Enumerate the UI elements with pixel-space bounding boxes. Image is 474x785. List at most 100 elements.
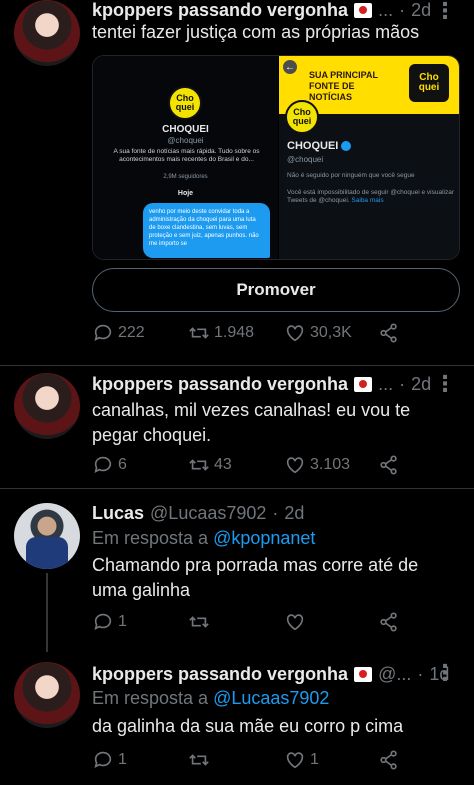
share-button[interactable] xyxy=(378,322,404,344)
reply-icon xyxy=(94,751,112,768)
author-handle[interactable]: ... xyxy=(378,374,393,395)
reply-prefix: Em resposta a xyxy=(92,528,209,548)
retweet-button[interactable] xyxy=(188,749,214,771)
tweet-header: kpoppers passando vergonha ... · 2d xyxy=(92,372,460,396)
timestamp[interactable]: 2d xyxy=(411,374,431,395)
retweet-button[interactable] xyxy=(188,611,214,633)
tweet-text: da galinha da sua mãe eu corro p cima xyxy=(92,716,404,736)
like-icon xyxy=(286,752,304,769)
reply-button[interactable]: 6 xyxy=(92,454,127,476)
tweet-2[interactable]: kpoppers passando vergonha ... · 2d ⋮ ca… xyxy=(0,365,474,488)
author-name[interactable]: kpoppers passando vergonha xyxy=(92,0,348,21)
author-name[interactable]: Lucas xyxy=(92,503,144,524)
like-button[interactable]: 1 xyxy=(284,749,319,771)
retweet-icon xyxy=(189,754,209,766)
reply-context: Em resposta a @kpopnanet xyxy=(92,528,315,549)
tweet-actions: 222 1.948 30,3K xyxy=(92,322,454,348)
more-icon[interactable]: ⋮ xyxy=(434,0,456,22)
author-name[interactable]: kpoppers passando vergonha xyxy=(92,374,348,395)
avatar[interactable] xyxy=(14,0,80,66)
reply-button[interactable]: 222 xyxy=(92,322,145,344)
tweet-text: Chamando pra porrada mas corre até de um… xyxy=(92,555,419,600)
timestamp[interactable]: 2d xyxy=(411,0,431,21)
retweet-icon xyxy=(189,616,209,628)
reply-prefix: Em resposta a xyxy=(92,688,209,708)
share-icon xyxy=(380,612,397,632)
reply-handle-link[interactable]: @Lucaas7902 xyxy=(213,688,329,708)
thread-line xyxy=(46,573,48,652)
blocked-notice: Você está impossibilitado de seguir @cho… xyxy=(287,189,457,205)
verified-icon xyxy=(341,141,352,152)
separator-dot: · xyxy=(417,663,424,684)
avatar[interactable] xyxy=(14,373,80,439)
share-icon xyxy=(380,323,397,343)
reply-handle-link[interactable]: @kpopnanet xyxy=(213,528,315,548)
retweet-count: 1.948 xyxy=(214,324,255,341)
reply-count: 1 xyxy=(118,613,127,630)
retweet-icon xyxy=(189,459,209,471)
flag-icon xyxy=(354,2,373,18)
learn-more-link[interactable]: Saiba mais xyxy=(351,197,383,204)
reply-button[interactable]: 1 xyxy=(92,611,127,633)
share-button[interactable] xyxy=(378,749,404,771)
tweet-header: kpoppers passando vergonha ... · 2d xyxy=(92,0,460,22)
choquei-logo: Cho quei xyxy=(168,86,202,120)
tweet-media[interactable]: Cho quei CHOQUEI @choquei A sua fonte de… xyxy=(92,55,460,260)
reply-icon xyxy=(94,456,112,473)
author-handle[interactable]: @Lucaas7902 xyxy=(150,503,266,524)
like-icon xyxy=(286,614,304,631)
profile-handle: @choquei xyxy=(287,155,324,164)
reply-button[interactable]: 1 xyxy=(92,749,127,771)
choquei-avatar: Cho quei xyxy=(285,100,319,134)
banner-text: SUA PRINCIPAL FONTE DE NOTÍCIAS xyxy=(309,70,378,102)
separator-dot: · xyxy=(272,502,279,523)
reply-count: 6 xyxy=(118,456,127,473)
tweet-text: tentei fazer justiça com as próprias mão… xyxy=(92,22,420,42)
reply-icon xyxy=(94,324,112,341)
avatar[interactable] xyxy=(14,662,80,728)
timestamp[interactable]: 2d xyxy=(284,503,304,524)
share-button[interactable] xyxy=(378,611,404,633)
tweet-1[interactable]: kpoppers passando vergonha ... · 2d ⋮ te… xyxy=(0,0,474,365)
like-button[interactable] xyxy=(284,611,310,633)
retweet-count: 43 xyxy=(214,456,232,473)
retweet-button[interactable]: 1.948 xyxy=(188,322,254,344)
share-button[interactable] xyxy=(378,454,404,476)
tweet-header: Lucas @Lucaas7902 · 2d xyxy=(92,501,460,525)
like-icon xyxy=(286,325,304,342)
more-icon[interactable]: ⋮ xyxy=(434,373,456,395)
media-image-left: Cho quei CHOQUEI @choquei A sua fonte de… xyxy=(93,56,278,259)
like-button[interactable]: 3.103 xyxy=(284,454,350,476)
back-arrow-icon: ← xyxy=(283,60,297,74)
like-count: 30,3K xyxy=(310,324,352,341)
author-handle[interactable]: ... xyxy=(378,0,393,21)
reply-count: 222 xyxy=(118,324,145,341)
promote-button[interactable]: Promover xyxy=(92,268,460,312)
more-icon[interactable]: ⋮ xyxy=(434,662,456,684)
author-handle[interactable]: @... xyxy=(378,664,411,685)
like-count: 1 xyxy=(310,751,319,768)
retweet-button[interactable]: 43 xyxy=(188,454,232,476)
tweet-actions: 1 1 xyxy=(92,749,454,775)
retweet-icon xyxy=(189,327,209,339)
like-button[interactable]: 30,3K xyxy=(284,322,352,344)
flag-icon xyxy=(354,666,373,682)
follow-info: Não é seguido por ninguém que você segue xyxy=(287,172,415,179)
avatar[interactable] xyxy=(14,503,80,569)
dm-bubble: venho por meio deste convidar toda a adm… xyxy=(143,203,270,258)
flag-icon xyxy=(354,376,373,392)
separator-dot: · xyxy=(399,0,406,20)
profile-name: CHOQUEI xyxy=(287,140,352,152)
tweet-4[interactable]: kpoppers passando vergonha @... · 1d ⋮ E… xyxy=(0,652,474,785)
tweet-actions: 1 xyxy=(92,611,454,637)
profile-handle: @choquei xyxy=(167,136,204,145)
tweet-header: kpoppers passando vergonha @... · 1d xyxy=(92,662,460,686)
profile-bio: A sua fonte de notícias mais rápida. Tud… xyxy=(113,148,260,163)
like-count: 3.103 xyxy=(310,456,351,473)
author-name[interactable]: kpoppers passando vergonha xyxy=(92,664,348,685)
tweet-3[interactable]: Lucas @Lucaas7902 · 2d Em resposta a @kp… xyxy=(0,488,474,652)
tweet-actions: 6 43 3.103 xyxy=(92,454,454,480)
banner-logo: Cho quei xyxy=(409,64,449,102)
reply-icon xyxy=(94,613,112,630)
media-image-right: ← SUA PRINCIPAL FONTE DE NOTÍCIAS Cho qu… xyxy=(279,56,459,259)
